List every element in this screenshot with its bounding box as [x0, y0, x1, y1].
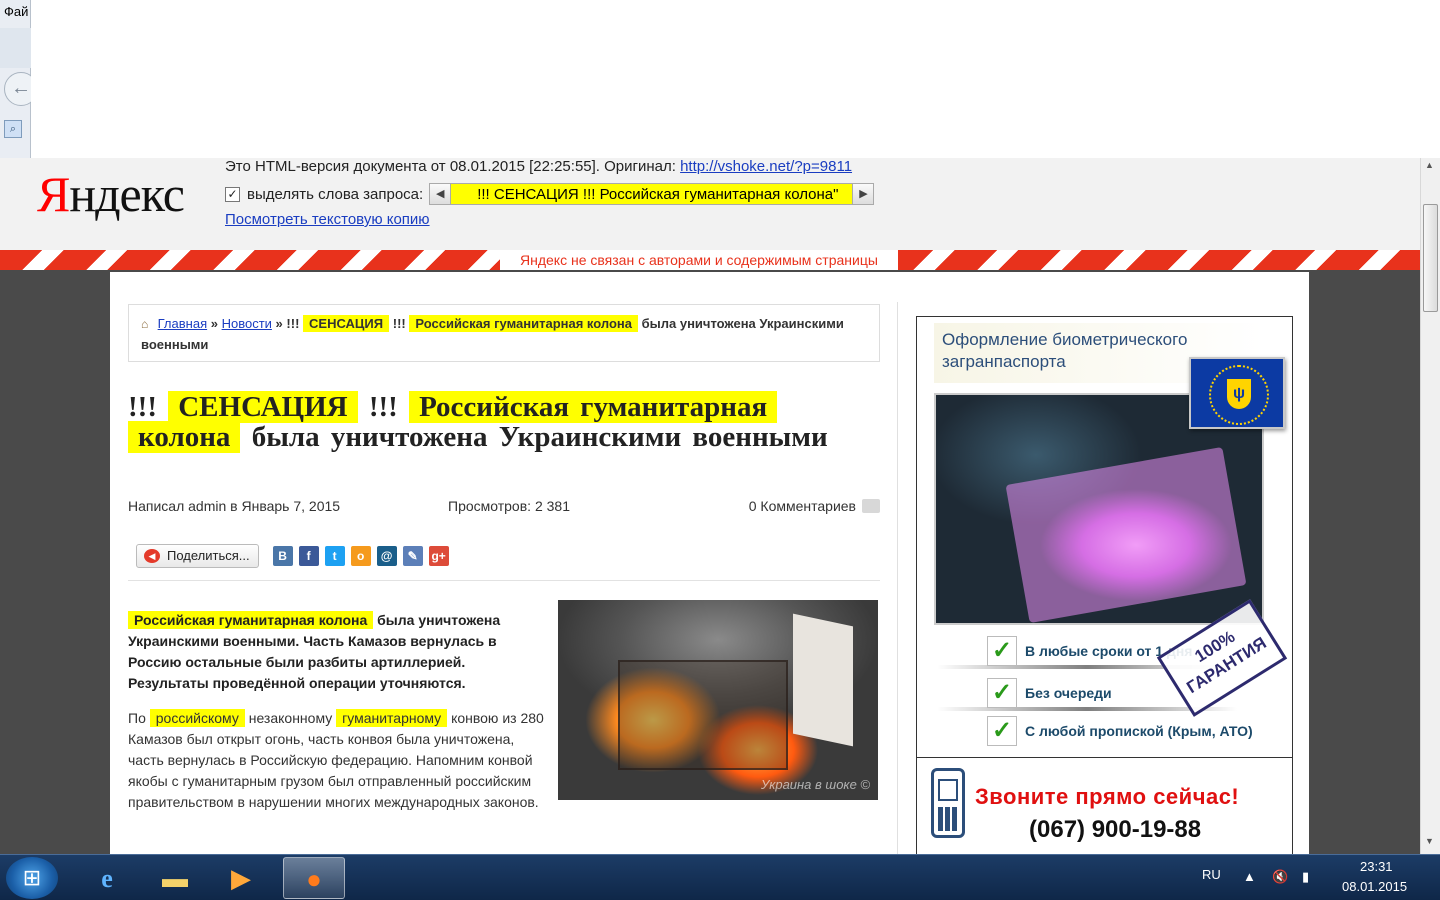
yandex-cache-header: Яндекс Это HTML-версия документа от 08.0…	[0, 158, 1420, 270]
ad-feature: ✓ С любой пропиской (Крым, АТО)	[987, 716, 1253, 746]
burning-truck-image: Украина в шоке ©	[558, 600, 878, 800]
windows-start-icon[interactable]: ⊞	[6, 857, 58, 899]
comments-link[interactable]: 0 Комментариев	[749, 498, 880, 514]
article-title: !!! СЕНСАЦИЯ !!! Российская гуманитарная…	[128, 391, 828, 453]
scroll-down-icon[interactable]: ▼	[1425, 836, 1434, 846]
disclaimer-text: Яндекс не связан с авторами и содержимым…	[500, 250, 898, 270]
image-watermark: Украина в шоке ©	[761, 777, 870, 792]
blank-window-area	[31, 0, 1440, 158]
file-menu-fragment[interactable]: Фай	[4, 4, 28, 19]
next-match-button[interactable]: ▶	[852, 183, 875, 205]
article-page: ⌂ Главная » Новости » !!! СЕНСАЦИЯ !!! Р…	[110, 272, 1309, 854]
folder-icon[interactable]: ▬	[144, 857, 206, 899]
internet-explorer-icon[interactable]: e	[76, 857, 138, 899]
breadcrumb-home[interactable]: Главная	[158, 316, 207, 331]
eu-flag-icon: ψ	[1189, 357, 1285, 429]
breadcrumb-news[interactable]: Новости	[222, 316, 272, 331]
share-icon: ◀	[144, 549, 160, 563]
passport-ad[interactable]: Оформление биометрического загранпаспорт…	[916, 316, 1293, 758]
search-small-icon[interactable]: ⌕	[4, 120, 22, 138]
article-body: По российскому незаконному гуманитарному…	[128, 709, 544, 810]
odnoklassniki-icon[interactable]: о	[350, 546, 371, 566]
language-indicator[interactable]: RU	[1202, 867, 1221, 882]
mailru-icon[interactable]: @	[376, 546, 397, 566]
volume-muted-icon[interactable]: 🔇	[1272, 869, 1288, 885]
breadcrumb: ⌂ Главная » Новости » !!! СЕНСАЦИЯ !!! Р…	[128, 304, 880, 362]
facebook-icon[interactable]: f	[298, 546, 319, 566]
call-headline: Звоните прямо сейчас!	[975, 784, 1240, 809]
twitter-icon[interactable]: t	[324, 546, 345, 566]
scrollbar-thumb[interactable]	[1423, 204, 1438, 312]
checkmark-icon: ✓	[987, 716, 1017, 746]
share-button[interactable]: ◀ Поделиться...	[136, 544, 259, 568]
googleplus-icon[interactable]: g+	[428, 546, 449, 566]
article-lead: Российская гуманитарная колона была унич…	[128, 611, 501, 691]
view-count: Просмотров: 2 381	[448, 498, 570, 514]
network-icon[interactable]: ▮	[1302, 869, 1309, 885]
scroll-up-icon[interactable]: ▲	[1425, 160, 1434, 170]
cache-info: Это HTML-версия документа от 08.01.2015 …	[225, 158, 853, 175]
vertical-scrollbar[interactable]: ▲ ▼	[1420, 158, 1440, 854]
livejournal-icon[interactable]: ✎	[402, 546, 423, 566]
yandex-logo[interactable]: Яндекс	[37, 165, 185, 223]
text-copy-link[interactable]: Посмотреть текстовую копию	[225, 211, 430, 228]
phone-number: (067) 900-19-88	[1029, 816, 1202, 843]
phone-icon	[931, 768, 965, 838]
prev-match-button[interactable]: ◀	[429, 183, 452, 205]
vk-icon[interactable]: В	[272, 546, 293, 566]
call-ad[interactable]: Звоните прямо сейчас! (067) 900-19-88	[916, 758, 1293, 854]
checkmark-icon: ✓	[987, 636, 1017, 666]
checkmark-icon: ✓	[987, 678, 1017, 708]
truck-shape	[618, 660, 788, 770]
highlight-label: выделять слова запроса:	[247, 185, 424, 203]
windows-taskbar: ⊞ e ▬ ▶ ● RU ▲ 🔇 ▮ 23:31 08.01.2015	[0, 854, 1440, 900]
show-hidden-icons-icon[interactable]: ▲	[1243, 869, 1256, 884]
original-link[interactable]: http://vshoke.net/?p=9811	[680, 158, 852, 175]
highlight-row: ✓ выделять слова запроса: ◀ !!! СЕНСАЦИЯ…	[225, 182, 875, 206]
firefox-icon[interactable]: ●	[283, 857, 345, 899]
query-text: !!! СЕНСАЦИЯ !!! Российская гуманитарная…	[451, 183, 853, 205]
clock-time[interactable]: 23:31	[1360, 859, 1393, 874]
divider	[128, 580, 880, 581]
nav-bar-fragment	[0, 28, 31, 68]
ad-feature: ✓ Без очереди	[987, 678, 1112, 708]
author-line: Написал admin в Январь 7, 2015	[128, 498, 341, 514]
column-divider	[897, 302, 898, 854]
article-meta: Написал admin в Январь 7, 2015 Просмотро…	[128, 498, 880, 518]
media-player-icon[interactable]: ▶	[210, 857, 272, 899]
clock-date[interactable]: 08.01.2015	[1342, 879, 1407, 894]
comment-icon	[862, 499, 880, 513]
highlight-checkbox[interactable]: ✓	[225, 186, 240, 202]
truck-banner	[793, 613, 853, 747]
background-window-strip: Фай ← ⌕	[0, 0, 38, 160]
warning-stripe: Яндекс не связан с авторами и содержимым…	[0, 250, 1420, 270]
share-bar: ◀ Поделиться... В f t о @ ✎ g+	[136, 544, 449, 568]
home-icon: ⌂	[141, 317, 149, 331]
